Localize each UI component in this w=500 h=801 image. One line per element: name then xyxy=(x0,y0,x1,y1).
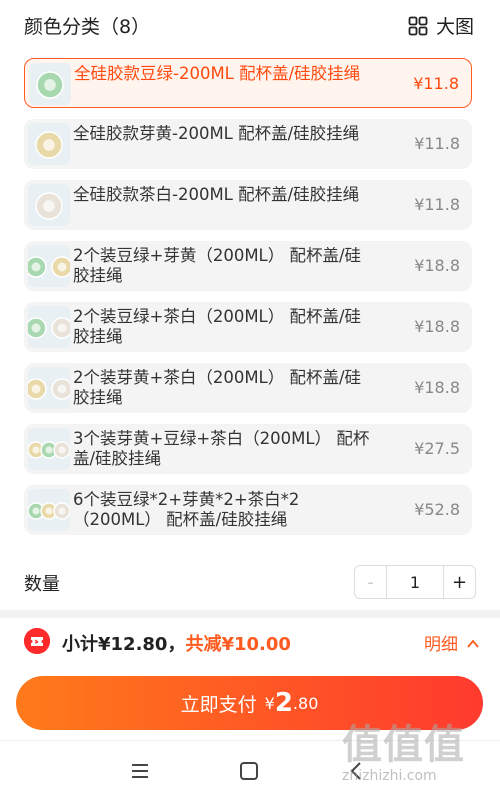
color-option-2[interactable]: 全硅胶款芽黄-200ML 配杯盖/硅胶挂绳 ¥11.8 xyxy=(24,119,472,169)
quantity-value[interactable]: 1 xyxy=(387,566,443,598)
pay-now-label: 立即支付 xyxy=(180,693,257,716)
pay-amount-integer: 2 xyxy=(274,688,293,718)
coupon-icon xyxy=(24,628,50,654)
option-price: ¥11.8 xyxy=(414,195,460,214)
subtotal-amount: 小计¥12.80， xyxy=(62,634,186,655)
color-option-6[interactable]: 2个装芽黄+茶白（200ML） 配杯盖/硅胶挂绳 ¥18.8 xyxy=(24,363,472,413)
option-name: 全硅胶款芽黄-200ML 配杯盖/硅胶挂绳 xyxy=(73,124,360,143)
color-option-3[interactable]: 全硅胶款茶白-200ML 配杯盖/硅胶挂绳 ¥11.8 xyxy=(24,180,472,230)
option-name: 6个装豆绿*2+芽黄*2+茶白*2（200ML） 配杯盖/硅胶挂绳 xyxy=(73,490,300,529)
subtotal-text: 小计¥12.80，共减¥10.00 xyxy=(62,630,291,656)
chevron-up-icon xyxy=(466,636,480,650)
option-name: 2个装豆绿+芽黄（200ML） 配杯盖/硅胶挂绳 xyxy=(73,246,362,285)
menu-icon[interactable] xyxy=(128,759,152,783)
color-option-5[interactable]: 2个装豆绿+茶白（200ML） 配杯盖/硅胶挂绳 ¥18.8 xyxy=(24,302,472,352)
option-price: ¥11.8 xyxy=(414,134,460,153)
sku-header: 颜色分类（8） 大图 xyxy=(0,0,500,52)
subtotal-bar: 小计¥12.80，共减¥10.00 明细 xyxy=(0,618,500,664)
price-detail-label: 明细 xyxy=(424,635,458,655)
option-price: ¥18.8 xyxy=(414,317,460,336)
pay-amount-decimal: .80 xyxy=(292,693,319,713)
pay-currency: ¥ xyxy=(264,693,275,713)
price-detail-button[interactable]: 明细 xyxy=(424,630,480,655)
section-divider xyxy=(0,610,500,618)
big-view-label: 大图 xyxy=(435,16,474,38)
option-name: 全硅胶款豆绿-200ML 配杯盖/硅胶挂绳 xyxy=(74,64,361,83)
product-thumbnail xyxy=(28,367,70,409)
color-option-1[interactable]: 全硅胶款豆绿-200ML 配杯盖/硅胶挂绳 ¥11.8 xyxy=(24,58,472,108)
option-price: ¥52.8 xyxy=(414,500,460,519)
quantity-stepper: - 1 + xyxy=(354,565,476,599)
color-option-8[interactable]: 6个装豆绿*2+芽黄*2+茶白*2（200ML） 配杯盖/硅胶挂绳 ¥52.8 xyxy=(24,485,472,535)
discount-amount: 共减¥10.00 xyxy=(185,634,291,655)
option-name: 全硅胶款茶白-200ML 配杯盖/硅胶挂绳 xyxy=(73,185,360,204)
product-thumbnail xyxy=(28,245,70,287)
back-icon[interactable] xyxy=(345,759,369,783)
option-name: 2个装芽黄+茶白（200ML） 配杯盖/硅胶挂绳 xyxy=(73,368,362,407)
product-thumbnail xyxy=(28,184,70,226)
option-name: 3个装芽黄+豆绿+茶白（200ML） 配杯盖/硅胶挂绳 xyxy=(73,429,370,468)
pay-now-button[interactable]: 立即支付 ¥ 2 .80 xyxy=(16,676,483,730)
quantity-minus-button[interactable]: - xyxy=(355,566,387,598)
product-thumbnail xyxy=(28,428,70,470)
quantity-row: 数量 - 1 + xyxy=(0,560,500,604)
big-view-toggle[interactable]: 大图 xyxy=(408,12,474,39)
option-price: ¥11.8 xyxy=(413,74,459,93)
option-price: ¥27.5 xyxy=(414,439,460,458)
product-thumbnail xyxy=(29,63,71,105)
grid-icon xyxy=(408,16,428,36)
option-price: ¥18.8 xyxy=(414,378,460,397)
option-name: 2个装豆绿+茶白（200ML） 配杯盖/硅胶挂绳 xyxy=(73,307,362,346)
product-thumbnail xyxy=(28,306,70,348)
home-icon[interactable] xyxy=(237,759,261,783)
product-thumbnail xyxy=(28,123,70,165)
option-price: ¥18.8 xyxy=(414,256,460,275)
color-category-title: 颜色分类（8） xyxy=(24,16,151,38)
color-option-4[interactable]: 2个装豆绿+芽黄（200ML） 配杯盖/硅胶挂绳 ¥18.8 xyxy=(24,241,472,291)
color-options-list: 全硅胶款豆绿-200ML 配杯盖/硅胶挂绳 ¥11.8 全硅胶款芽黄-200ML 配… xyxy=(24,58,472,546)
quantity-label: 数量 xyxy=(24,574,60,595)
product-thumbnail xyxy=(28,489,70,531)
system-nav-bar xyxy=(0,740,500,801)
quantity-plus-button[interactable]: + xyxy=(443,566,475,598)
color-option-7[interactable]: 3个装芽黄+豆绿+茶白（200ML） 配杯盖/硅胶挂绳 ¥27.5 xyxy=(24,424,472,474)
